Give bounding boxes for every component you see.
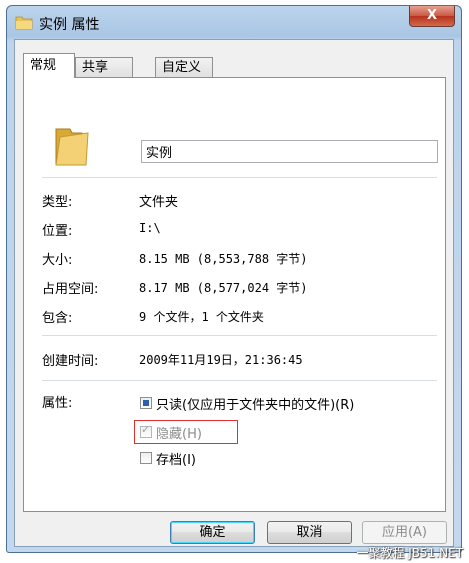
archive-checkbox-row[interactable]: 存档(I) — [140, 449, 196, 468]
readonly-checkbox[interactable] — [140, 397, 152, 409]
close-button[interactable]: X — [409, 6, 455, 27]
folder-name-input[interactable] — [141, 140, 438, 163]
watermark: 一聚教程 JB51.NET — [356, 546, 463, 560]
location-value: I:\ — [139, 221, 161, 235]
created-value: 2009年11月19日，21:36:45 — [139, 353, 303, 367]
dialog-client: 常规 共享 自定义 类型: 文件夹 位置: I:\ 大小: 8.15 MB (8… — [14, 39, 454, 547]
readonly-checkbox-row[interactable]: 只读(仅应用于文件夹中的文件)(R) — [140, 394, 355, 413]
separator — [42, 335, 437, 336]
contains-label: 包含: — [42, 311, 73, 326]
hidden-label: 隐藏(H) — [156, 426, 202, 442]
folder-icon — [15, 16, 33, 30]
size-value: 8.15 MB (8,553,788 字节) — [139, 252, 308, 266]
hidden-checkbox[interactable] — [140, 423, 152, 438]
disk-size-value: 8.17 MB (8,577,024 字节) — [139, 281, 308, 295]
type-label: 类型: — [42, 195, 73, 210]
contains-value: 9 个文件，1 个文件夹 — [139, 310, 264, 324]
readonly-label: 只读(仅应用于文件夹中的文件)(R) — [156, 397, 355, 413]
apply-button[interactable]: 应用(A) — [362, 521, 447, 544]
cancel-button[interactable]: 取消 — [267, 521, 352, 544]
folder-icon — [55, 128, 89, 166]
tab-sharing[interactable]: 共享 — [75, 57, 133, 77]
separator — [42, 380, 437, 381]
tab-general[interactable]: 常规 — [23, 53, 75, 78]
properties-window: 实例 属性 X 常规 共享 自定义 类型: 文件夹 位置: I:\ 大小: 8.… — [6, 5, 462, 553]
tab-customize[interactable]: 自定义 — [155, 57, 213, 77]
attributes-label: 属性: — [42, 396, 73, 411]
general-panel: 类型: 文件夹 位置: I:\ 大小: 8.15 MB (8,553,788 字… — [23, 77, 446, 512]
disk-size-label: 占用空间: — [42, 282, 99, 297]
archive-checkbox[interactable] — [140, 452, 152, 464]
separator — [42, 177, 437, 178]
type-value: 文件夹 — [139, 195, 179, 210]
created-label: 创建时间: — [42, 354, 99, 369]
hidden-checkbox-row[interactable]: 隐藏(H) — [140, 423, 202, 442]
title-bar[interactable]: 实例 属性 X — [7, 6, 461, 38]
location-label: 位置: — [42, 224, 73, 239]
ok-button[interactable]: 确定 — [170, 521, 255, 544]
window-title: 实例 属性 — [39, 17, 100, 33]
archive-label: 存档(I) — [156, 452, 196, 468]
size-label: 大小: — [42, 253, 73, 268]
